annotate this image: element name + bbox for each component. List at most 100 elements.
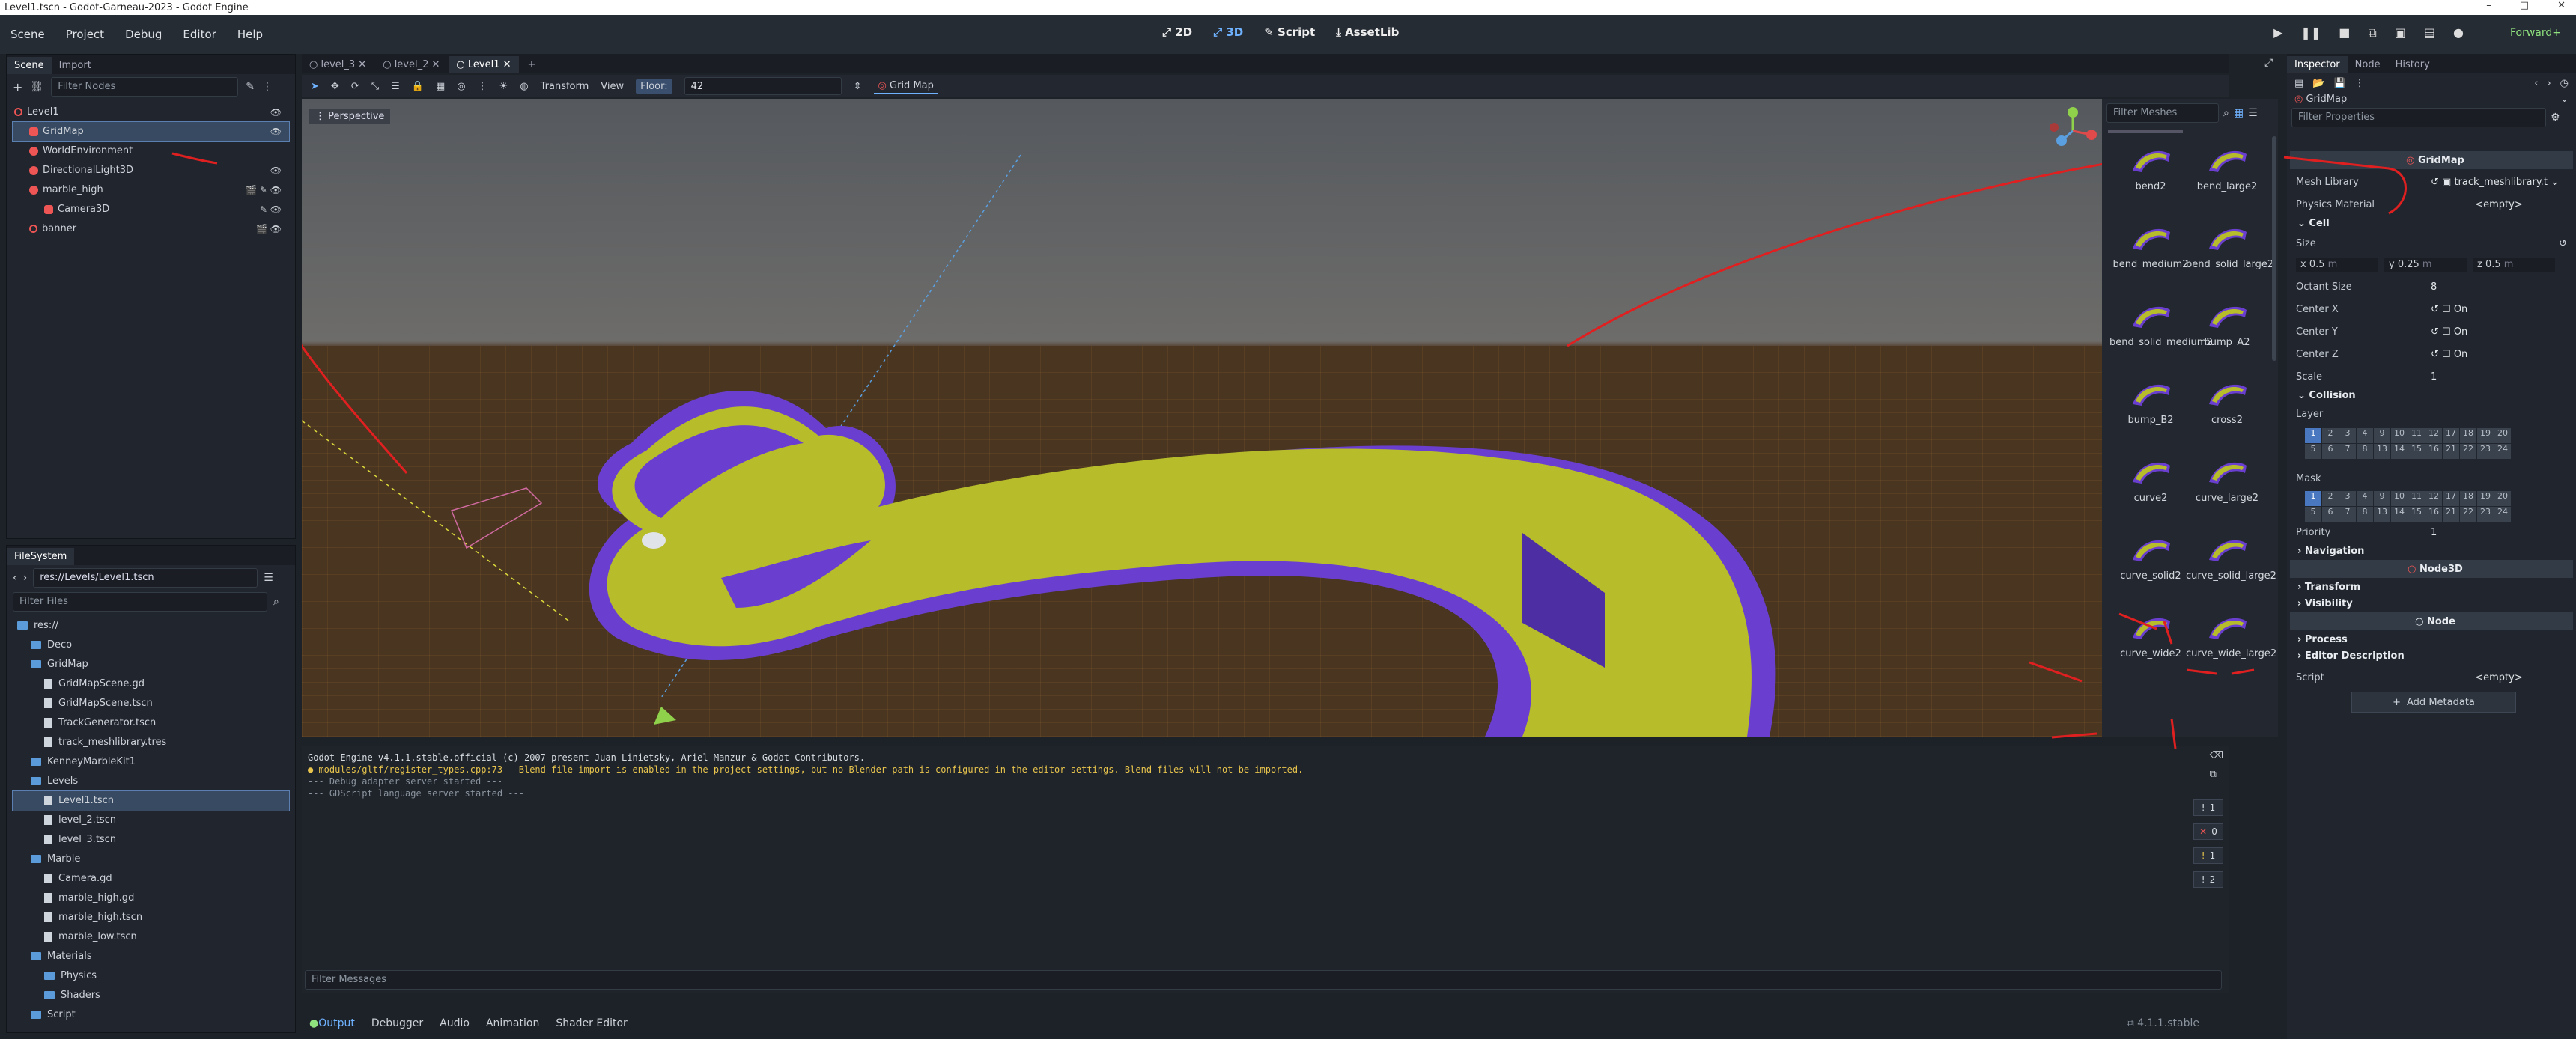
- file-item[interactable]: level_3.tscn: [13, 830, 289, 850]
- layer-bit[interactable]: 10: [2391, 428, 2408, 443]
- size-x-field[interactable]: x 0.5 m: [2296, 257, 2378, 272]
- folder-item[interactable]: Script: [13, 1005, 289, 1025]
- script-value[interactable]: <empty>: [2431, 672, 2567, 683]
- maximize-icon[interactable]: □: [2520, 0, 2529, 11]
- log-count-other[interactable]: ! 2: [2193, 871, 2223, 888]
- mesh-item[interactable]: curve_wide2: [2109, 611, 2192, 659]
- layer-bit[interactable]: 20: [2494, 491, 2511, 506]
- mesh-item[interactable]: cross2: [2186, 377, 2268, 426]
- prop-physics-material[interactable]: Physics Material <empty>: [2296, 193, 2567, 216]
- layer-bit[interactable]: 10: [2391, 491, 2408, 506]
- layer-bit[interactable]: 16: [2425, 507, 2442, 522]
- move-tool-icon[interactable]: ✥: [331, 81, 339, 92]
- stop-icon[interactable]: ■: [2339, 25, 2350, 40]
- layer-bit[interactable]: 17: [2443, 428, 2459, 443]
- section-collision[interactable]: ⌄ Collision: [2290, 388, 2573, 403]
- section-visibility[interactable]: › Visibility: [2290, 596, 2573, 611]
- filesystem-path-input[interactable]: res://Levels/Level1.tscn: [33, 568, 258, 588]
- center-z-check[interactable]: ↺ ☐ On: [2431, 349, 2567, 360]
- tree-node-worldenvironment[interactable]: WorldEnvironment: [13, 141, 289, 161]
- close-icon[interactable]: ✕: [2557, 0, 2566, 11]
- gridmap-button[interactable]: ◎ Grid Map: [873, 79, 938, 94]
- inspected-object[interactable]: ◎ GridMap ⌄: [2287, 94, 2576, 105]
- size-y-field[interactable]: y 0.25 m: [2384, 257, 2467, 272]
- layer-bit[interactable]: 6: [2322, 444, 2339, 459]
- transform-menu[interactable]: Transform: [541, 81, 589, 92]
- open-icon[interactable]: 📂: [2312, 78, 2324, 89]
- octant-value[interactable]: 8: [2431, 281, 2567, 293]
- view-gizmo[interactable]: [2047, 105, 2099, 157]
- layer-bit[interactable]: 14: [2391, 444, 2408, 459]
- mesh-item[interactable]: curve_large2: [2186, 455, 2268, 504]
- floor-spinner-icon[interactable]: ⇕: [854, 81, 862, 92]
- center-y-check[interactable]: ↺ ☐ On: [2431, 326, 2567, 338]
- add-node-icon[interactable]: +: [13, 80, 22, 94]
- tab-output[interactable]: ●Output: [309, 1017, 355, 1029]
- file-item[interactable]: marble_high.tscn: [13, 908, 289, 927]
- tab-scene[interactable]: Scene: [7, 57, 52, 74]
- mesh-item[interactable]: bend_medium2: [2109, 222, 2192, 270]
- layer-bit[interactable]: 13: [2374, 444, 2390, 459]
- tree-node-level1[interactable]: Level1 👁: [13, 103, 289, 122]
- clear-icon[interactable]: ⌫: [2210, 750, 2223, 761]
- layer-bit[interactable]: 5: [2305, 507, 2321, 522]
- layer-bit[interactable]: 14: [2391, 507, 2408, 522]
- copy-icon[interactable]: ⧉: [2210, 769, 2223, 780]
- file-item[interactable]: TrackGenerator.tscn: [13, 713, 289, 733]
- folder-item[interactable]: GridMap: [13, 655, 289, 674]
- log-count-errors[interactable]: ✕ 0: [2193, 823, 2223, 840]
- grid-view-icon[interactable]: ▦: [2234, 107, 2244, 119]
- tab-filesystem[interactable]: FileSystem: [7, 548, 75, 565]
- layer-bit[interactable]: 6: [2322, 507, 2339, 522]
- mesh-item[interactable]: curve_solid2: [2109, 533, 2192, 582]
- resource-menu-icon[interactable]: ⋮: [2355, 78, 2365, 89]
- prop-octant-size[interactable]: Octant Size 8: [2296, 275, 2567, 298]
- file-item[interactable]: track_meshlibrary.tres: [13, 733, 289, 752]
- tree-node-banner[interactable]: banner 🎬 👁: [13, 219, 289, 239]
- prop-mesh-library[interactable]: Mesh Library ↺ ▣ track_meshlibrary.t ⌄: [2296, 171, 2567, 193]
- mode-script-button[interactable]: ✎ Script: [1264, 25, 1315, 39]
- layer-bit[interactable]: 5: [2305, 444, 2321, 459]
- 3d-viewport[interactable]: ⋮ Perspective: [302, 99, 2102, 737]
- layer-bit[interactable]: 8: [2357, 444, 2373, 459]
- layer-bit[interactable]: 21: [2443, 444, 2459, 459]
- local-space-icon[interactable]: ◎: [457, 81, 465, 92]
- tree-node-gridmap[interactable]: GridMap 👁: [12, 121, 290, 142]
- collision-layer-grid[interactable]: 1 2 3 4 9 10 11 12 17 18 19 20 5 6 7 8 13 14 15 16 21 22 23 24: [2305, 428, 2511, 459]
- menu-editor[interactable]: Editor: [183, 28, 216, 41]
- layer-bit[interactable]: 9: [2374, 491, 2390, 506]
- script-icon[interactable]: ✎: [246, 81, 255, 93]
- tab-shader-editor[interactable]: Shader Editor: [556, 1017, 627, 1029]
- physics-material-value[interactable]: <empty>: [2431, 199, 2567, 210]
- priority-value[interactable]: 1: [2431, 527, 2567, 538]
- folder-item[interactable]: KenneyMarbleKit1: [13, 752, 289, 772]
- layer-bit[interactable]: 13: [2374, 507, 2390, 522]
- layer-bit[interactable]: 22: [2460, 507, 2476, 522]
- back-icon[interactable]: ‹: [13, 572, 17, 584]
- log-count-messages[interactable]: ! 1: [2193, 799, 2223, 816]
- play-scene-icon[interactable]: ▣: [2395, 25, 2406, 40]
- tab-history[interactable]: History: [2388, 56, 2437, 73]
- file-item[interactable]: level_2.tscn: [13, 811, 289, 830]
- inspector-options-icon[interactable]: ⚙: [2551, 112, 2560, 124]
- scale-tool-icon[interactable]: ⤡: [371, 81, 379, 92]
- prop-priority[interactable]: Priority 1: [2296, 521, 2567, 543]
- tab-inspector[interactable]: Inspector: [2287, 56, 2348, 73]
- layer-bit[interactable]: 11: [2408, 428, 2425, 443]
- link-icon[interactable]: ⛓: [30, 81, 43, 93]
- folder-item[interactable]: Physics: [13, 966, 289, 986]
- snap-icon[interactable]: ⋮: [478, 81, 487, 92]
- scene-tab-level3[interactable]: ○ level_3 ✕: [302, 56, 374, 73]
- scene-tab-level1[interactable]: ○ Level1 ✕: [449, 56, 519, 73]
- play-icon[interactable]: ▶: [2273, 25, 2282, 40]
- folder-item[interactable]: Levels: [13, 772, 289, 791]
- visibility-eye-icon[interactable]: 👁: [270, 161, 282, 180]
- new-tab-button[interactable]: +: [520, 56, 544, 73]
- folder-item[interactable]: Marble: [13, 850, 289, 869]
- layer-bit[interactable]: 23: [2477, 444, 2494, 459]
- zoom-slider[interactable]: [2108, 130, 2183, 133]
- list-view-icon[interactable]: ☰: [2248, 107, 2258, 119]
- layer-bit[interactable]: 24: [2494, 507, 2511, 522]
- group-icon[interactable]: ▦: [436, 81, 445, 92]
- menu-scene[interactable]: Scene: [10, 28, 45, 41]
